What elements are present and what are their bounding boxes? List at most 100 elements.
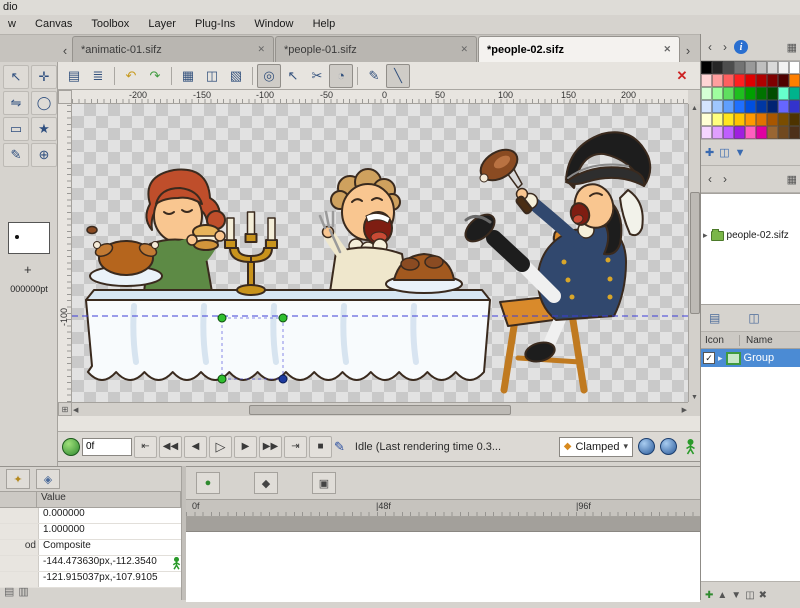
palette-swatch[interactable]: [723, 100, 734, 113]
palette-swatch[interactable]: [767, 87, 778, 100]
menu-item-partial[interactable]: w: [0, 15, 24, 34]
new-layer-icon[interactable]: ✚: [705, 590, 713, 601]
palette-swatch[interactable]: [734, 74, 745, 87]
stop-button[interactable]: ■: [309, 436, 332, 458]
palette-swatch[interactable]: [745, 87, 756, 100]
palette-swatch[interactable]: [723, 113, 734, 126]
canvas-tree-item[interactable]: ▸ people-02.sifz: [701, 228, 800, 243]
palette-swatch[interactable]: [789, 61, 800, 74]
palette-swatch[interactable]: [712, 100, 723, 113]
duplicate-layer-icon[interactable]: ◫: [745, 590, 754, 601]
palette-swatch[interactable]: [734, 126, 745, 139]
preview-icon[interactable]: ◫: [200, 64, 224, 88]
palette-swatch[interactable]: [712, 113, 723, 126]
render-icon[interactable]: ▦: [176, 64, 200, 88]
palette-grid-icon[interactable]: ▦: [787, 41, 797, 54]
palette-swatch[interactable]: [778, 100, 789, 113]
palette-swatch[interactable]: [767, 100, 778, 113]
library-doc2-icon[interactable]: ▥: [18, 586, 32, 598]
swatch-plus-icon[interactable]: +: [24, 262, 32, 277]
menu-item-canvas[interactable]: Canvas: [27, 15, 80, 34]
selection-handle[interactable]: [218, 314, 226, 322]
menu-item-window[interactable]: Window: [246, 15, 301, 34]
palette-swatch[interactable]: [778, 126, 789, 139]
tabs-scroll-left-icon[interactable]: ‹: [58, 38, 72, 62]
menu-item-help[interactable]: Help: [305, 15, 344, 34]
palette-swatch[interactable]: [723, 126, 734, 139]
fit-canvas-icon[interactable]: ⊞: [58, 402, 72, 416]
palette-swatch[interactable]: [712, 126, 723, 139]
menu-item-toolbox[interactable]: Toolbox: [83, 15, 137, 34]
palette-swatch[interactable]: [723, 74, 734, 87]
palette-swatch[interactable]: [789, 126, 800, 139]
menu-item-plugins[interactable]: Plug-Ins: [187, 15, 243, 34]
layers-tab-icon[interactable]: ▤: [709, 311, 720, 325]
lock-icon[interactable]: ▣: [312, 472, 336, 494]
onion-skin-icon[interactable]: ●: [196, 472, 220, 494]
show-all-icon[interactable]: ≣: [86, 64, 110, 88]
param-row[interactable]: od Composite: [0, 540, 181, 556]
palette-swatch[interactable]: [778, 113, 789, 126]
transform-tool[interactable]: ↖: [3, 65, 29, 89]
selection-handle[interactable]: [218, 375, 226, 383]
brush-width-value[interactable]: 000000pt: [2, 284, 56, 294]
param-value[interactable]: -121.915037px,-107.9105: [39, 572, 181, 587]
palette-save-icon[interactable]: ▼: [735, 147, 746, 159]
palette-swatch[interactable]: [767, 113, 778, 126]
draw-tool[interactable]: ✎: [3, 143, 29, 167]
canvas-artwork[interactable]: [72, 104, 688, 402]
star-tool[interactable]: ★: [31, 117, 57, 141]
palette-swatch[interactable]: [712, 87, 723, 100]
render-orb-button[interactable]: [638, 438, 655, 455]
palette-swatch[interactable]: [789, 113, 800, 126]
fill-outline-swatch[interactable]: [8, 222, 50, 254]
time-slider[interactable]: [58, 416, 700, 432]
palette-swatch[interactable]: [789, 74, 800, 87]
current-frame-input[interactable]: [82, 438, 132, 456]
palette-swatch[interactable]: [789, 100, 800, 113]
palette-swatch[interactable]: [745, 126, 756, 139]
palette-swatch[interactable]: [712, 61, 723, 74]
expander-icon[interactable]: ▸: [703, 230, 708, 241]
palette-swatch[interactable]: [745, 113, 756, 126]
next-frame-button[interactable]: ▶: [234, 436, 257, 458]
palette-swatch[interactable]: [701, 100, 712, 113]
raise-layer-icon[interactable]: ▲: [717, 590, 727, 601]
scroll-up-icon[interactable]: ▲: [691, 105, 698, 112]
browser-forward-icon[interactable]: ›: [719, 172, 731, 186]
animate-mode-icon[interactable]: ✎: [334, 439, 345, 455]
circle-tool[interactable]: ◯: [31, 91, 57, 115]
interpolation-dropdown[interactable]: ◆ Clamped ▾: [559, 437, 633, 457]
palette-swatch[interactable]: [734, 113, 745, 126]
timetrack-ruler[interactable]: 0f|48f|96f: [186, 499, 700, 517]
layer-visibility-checkbox[interactable]: ✓: [703, 352, 715, 364]
menu-item-layer[interactable]: Layer: [140, 15, 184, 34]
v-scroll-thumb[interactable]: [690, 192, 700, 314]
palette-swatch[interactable]: [734, 87, 745, 100]
tab-close-icon[interactable]: ✕: [454, 44, 468, 55]
toggle-scissors-icon[interactable]: ✂: [305, 64, 329, 88]
palette-swatch[interactable]: [723, 87, 734, 100]
h-scroll-thumb[interactable]: [249, 405, 511, 415]
tabs-scroll-right-icon[interactable]: ›: [681, 38, 695, 62]
smooth-move-tool[interactable]: ✛: [31, 65, 57, 89]
param-value[interactable]: 0.000000: [39, 508, 181, 523]
tab-close-icon[interactable]: ✕: [657, 44, 671, 55]
seek-begin-button[interactable]: ⇤: [134, 436, 157, 458]
delete-layer-icon[interactable]: ✖: [759, 590, 767, 601]
palette-back-icon[interactable]: ‹: [704, 40, 716, 54]
palette-swatch[interactable]: [756, 113, 767, 126]
palette-swatch[interactable]: [756, 87, 767, 100]
palette-swatch[interactable]: [701, 61, 712, 74]
keyframe-icon[interactable]: ◆: [254, 472, 278, 494]
play-button[interactable]: ▷: [209, 436, 232, 458]
palette-forward-icon[interactable]: ›: [719, 40, 731, 54]
layers-list-body[interactable]: [701, 367, 800, 581]
palette-copy-icon[interactable]: ◫: [719, 146, 729, 159]
prev-frame-button[interactable]: ◀: [184, 436, 207, 458]
undo-icon[interactable]: ↶: [119, 64, 143, 88]
seek-end-button[interactable]: ⇥: [284, 436, 307, 458]
tab-people-02[interactable]: *people-02.sifz ✕: [478, 36, 680, 62]
scroll-right-icon[interactable]: ▶: [682, 406, 687, 414]
toggle-pen-icon[interactable]: ✎: [362, 64, 386, 88]
